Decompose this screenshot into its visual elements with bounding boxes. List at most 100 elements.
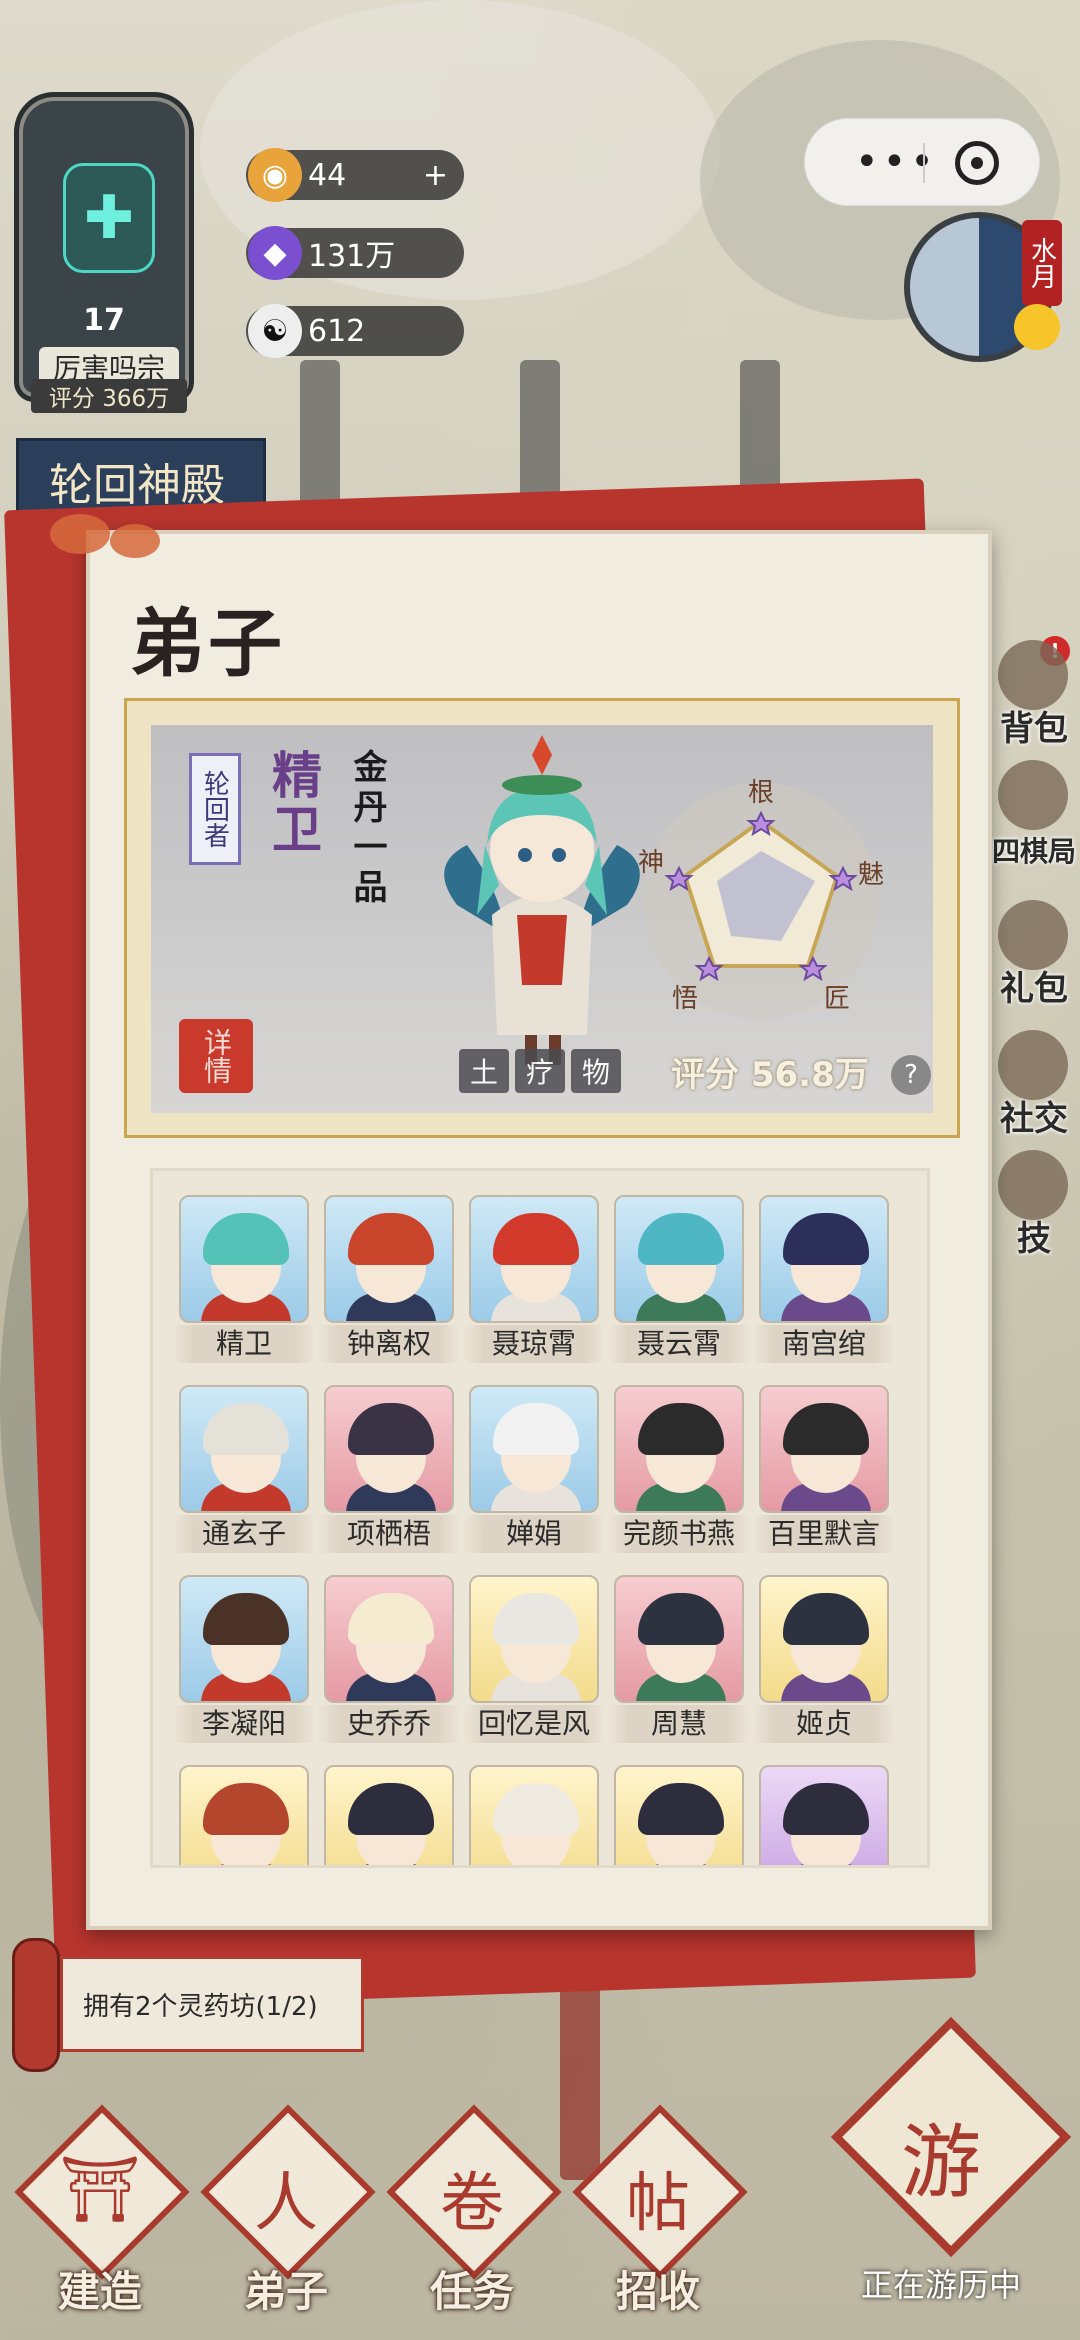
element-tag: 物 bbox=[571, 1049, 621, 1093]
disciple-card[interactable]: 聂琼霄 bbox=[463, 1195, 605, 1363]
disciple-avatar bbox=[759, 1195, 889, 1323]
avatar-hair bbox=[348, 1403, 434, 1455]
spirit-stone-icon: ◉ bbox=[248, 148, 302, 202]
disciple-card[interactable]: 婵娟 bbox=[463, 1385, 605, 1553]
disciple-name: 姬贞 bbox=[753, 1705, 895, 1743]
disciple-name: 百里默言 bbox=[753, 1515, 895, 1553]
nav-task[interactable]: 卷 任务 bbox=[382, 2104, 562, 2316]
disciple-avatar bbox=[179, 1195, 309, 1323]
yin-yang-icon: ☯ bbox=[248, 304, 302, 358]
resource-value: 612 bbox=[308, 313, 366, 349]
disciple-name: 精卫 bbox=[173, 1325, 315, 1363]
travel-button[interactable]: 游 正在游历中 bbox=[826, 2016, 1072, 2304]
disciple-card[interactable]: 聂云霄 bbox=[608, 1195, 750, 1363]
disciple-card[interactable]: 周慧 bbox=[608, 1575, 750, 1743]
avatar-hair bbox=[638, 1403, 724, 1455]
resource-spirit-stone[interactable]: ◉ 44 + bbox=[246, 148, 464, 202]
scroll-rod bbox=[12, 1938, 60, 2072]
avatar-hair bbox=[638, 1213, 724, 1265]
radar-label: 匠 bbox=[824, 984, 850, 1014]
disciple-name: 李凝阳 bbox=[173, 1705, 315, 1743]
social-icon bbox=[998, 1030, 1068, 1100]
avatar-hair bbox=[493, 1213, 579, 1265]
avatar-hair bbox=[203, 1213, 289, 1265]
avatar-hair bbox=[783, 1783, 869, 1835]
chess-icon bbox=[998, 760, 1068, 830]
avatar-hair bbox=[348, 1783, 434, 1835]
nav-recruit[interactable]: 帖 招收 bbox=[568, 2104, 748, 2316]
side-menu-social[interactable]: 社交 bbox=[988, 1030, 1080, 1140]
capsule-divider bbox=[923, 143, 925, 183]
resource-crystal[interactable]: ◆ 131万 bbox=[246, 226, 464, 280]
close-target-icon[interactable] bbox=[955, 141, 999, 185]
disciple-avatar bbox=[614, 1385, 744, 1513]
disciple-card[interactable]: 精卫 bbox=[173, 1195, 315, 1363]
travel-label: 正在游历中 bbox=[860, 2266, 1021, 2304]
mini-program-capsule: ••• bbox=[804, 118, 1040, 206]
avatar-hair bbox=[348, 1593, 434, 1645]
disciple-card[interactable] bbox=[469, 1765, 599, 1865]
disciple-card[interactable]: 通玄子 bbox=[173, 1385, 315, 1553]
nav-label: 任务 bbox=[429, 2267, 514, 2316]
disciple-card[interactable]: 项栖梧 bbox=[318, 1385, 460, 1553]
add-resource-button[interactable]: + bbox=[423, 158, 448, 193]
avatar-hair bbox=[783, 1213, 869, 1265]
disciple-card[interactable]: 南宫绾 bbox=[753, 1195, 895, 1363]
disciple-card[interactable]: 史乔乔 bbox=[318, 1575, 460, 1743]
disciple-card[interactable] bbox=[759, 1765, 889, 1865]
resource-value: 44 bbox=[308, 157, 347, 193]
nav-label: 弟子 bbox=[243, 2267, 328, 2316]
help-button[interactable]: ? bbox=[891, 1055, 931, 1095]
dial-tag: 水月 bbox=[1022, 220, 1062, 306]
avatar-hair bbox=[203, 1783, 289, 1835]
disciple-name: 回忆是风 bbox=[463, 1705, 605, 1743]
sun-icon bbox=[1014, 304, 1060, 350]
disciples-panel: 弟子 轮回者 精卫 金丹一品 详情 土 疗 物 根 魅 匠 悟 神 评分 56.… bbox=[50, 514, 992, 1930]
blossom-decor bbox=[110, 524, 160, 558]
disciple-card[interactable] bbox=[324, 1765, 454, 1865]
disciple-avatar bbox=[759, 1575, 889, 1703]
travel-icon: 游 bbox=[901, 2116, 981, 2209]
detail-button[interactable]: 详情 bbox=[179, 1019, 253, 1093]
nav-build[interactable]: ⛩ 建造 bbox=[10, 2104, 190, 2316]
disciple-avatar bbox=[179, 1575, 309, 1703]
disciple-name: 南宫绾 bbox=[753, 1325, 895, 1363]
avatar-hair bbox=[493, 1403, 579, 1455]
sect-score: 评分 366万 bbox=[31, 379, 187, 413]
disciple-avatar bbox=[614, 1575, 744, 1703]
blossom-decor bbox=[50, 514, 110, 554]
avatar-hair bbox=[638, 1593, 724, 1645]
disciple-avatar bbox=[614, 1765, 744, 1865]
nav-label: 招收 bbox=[615, 2267, 700, 2316]
radar-label: 神 bbox=[638, 848, 664, 878]
side-menu-chess[interactable]: 四棋局 bbox=[988, 760, 1080, 870]
disciple-card[interactable]: 李凝阳 bbox=[173, 1575, 315, 1743]
skill-icon bbox=[998, 1150, 1068, 1220]
disciple-card[interactable] bbox=[614, 1765, 744, 1865]
side-menu-skill[interactable]: 技 bbox=[988, 1150, 1080, 1260]
sect-level: 17 bbox=[83, 303, 125, 338]
more-icon[interactable]: ••• bbox=[855, 139, 938, 185]
disciple-name: 聂云霄 bbox=[608, 1325, 750, 1363]
quest-scroll[interactable]: 拥有2个灵药坊(1/2) bbox=[12, 1938, 372, 2072]
disciple-card[interactable]: 完颜书燕 bbox=[608, 1385, 750, 1553]
disciple-avatar bbox=[324, 1575, 454, 1703]
sect-emblem-icon: ✚ bbox=[63, 163, 155, 273]
disciple-card[interactable]: 钟离权 bbox=[318, 1195, 460, 1363]
disciple-grid-container[interactable]: 精卫 钟离权 聂琼霄 聂云霄 南宫绾通玄子 项栖梧 婵娟 完颜书燕 百里默言李凝阳 史乔乔 回忆是风… bbox=[150, 1168, 930, 1868]
sect-badge[interactable]: ✚ 17 厉害吗宗 评分 366万 bbox=[14, 92, 194, 413]
nav-disciple[interactable]: 人 弟子 bbox=[196, 2104, 376, 2316]
side-menu-bag[interactable]: 背包 bbox=[988, 640, 1080, 750]
resource-yin-yang[interactable]: ☯ 612 bbox=[246, 304, 464, 358]
disciple-name: 周慧 bbox=[608, 1705, 750, 1743]
avatar-hair bbox=[493, 1783, 579, 1835]
disciple-card[interactable]: 回忆是风 bbox=[463, 1575, 605, 1743]
disciple-name: 项栖梧 bbox=[318, 1515, 460, 1553]
disciple-avatar bbox=[469, 1385, 599, 1513]
disciple-grid: 精卫 钟离权 聂琼霄 聂云霄 南宫绾通玄子 项栖梧 婵娟 完颜书燕 百里默言李凝阳 史乔乔 回忆是风… bbox=[173, 1195, 895, 1865]
disciple-card[interactable]: 姬贞 bbox=[753, 1575, 895, 1743]
disciple-avatar bbox=[614, 1195, 744, 1323]
disciple-card[interactable]: 百里默言 bbox=[753, 1385, 895, 1553]
disciple-card[interactable] bbox=[179, 1765, 309, 1865]
side-menu-gift[interactable]: 礼包 bbox=[988, 900, 1080, 1010]
